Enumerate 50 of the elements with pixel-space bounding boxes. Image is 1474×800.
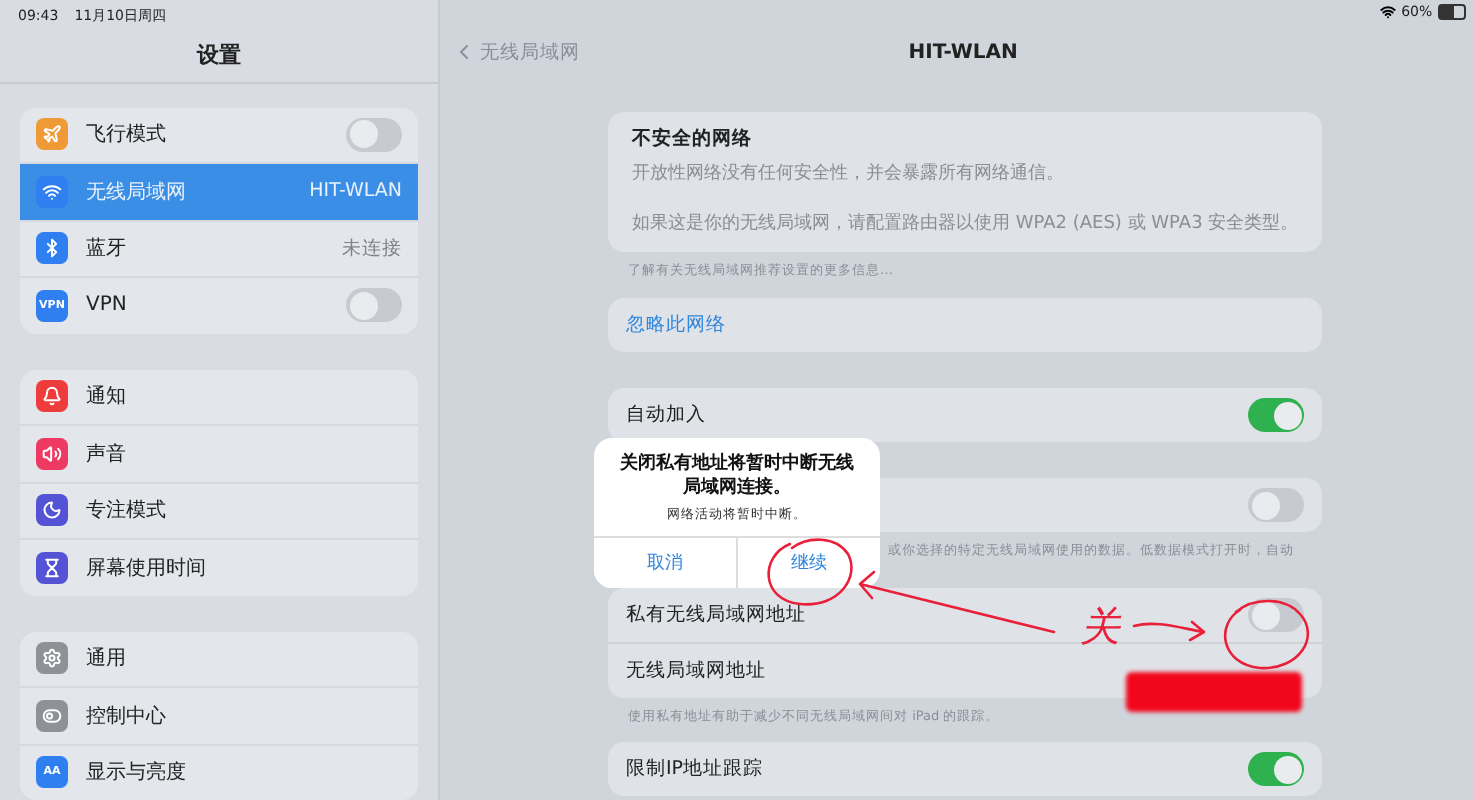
sidebar-item[interactable]: 蓝牙 未连接 xyxy=(20,219,418,276)
settings-icon xyxy=(36,642,68,675)
sidebar-item-label: 专注模式 xyxy=(86,497,168,525)
sidebar-item[interactable]: 通用 xyxy=(20,631,418,686)
sidebar-item-label: VPN xyxy=(86,294,129,317)
page-title: HIT-WLAN xyxy=(908,41,1018,63)
sidebar-item[interactable]: 屏幕使用时间 xyxy=(20,538,418,595)
sidebar-item-label: 无线局域网 xyxy=(86,179,188,206)
sidebar-item-label: 蓝牙 xyxy=(86,235,128,263)
sidebar-item-value: 未连接 xyxy=(342,235,402,262)
warning-title: 不安全的网络 xyxy=(632,126,754,152)
bluetooth-icon xyxy=(36,232,68,265)
speaker-icon xyxy=(36,437,68,470)
switch-icon xyxy=(36,699,68,732)
sidebar-item[interactable]: 专注模式 xyxy=(20,481,418,538)
alert-title: 关闭私有地址将暂时中断无线局域网连接。 xyxy=(618,454,856,501)
toggle-switch[interactable] xyxy=(1248,752,1305,786)
hourglass-icon xyxy=(36,551,68,584)
bell-icon xyxy=(36,380,68,413)
auto-join-label: 自动加入 xyxy=(626,402,706,428)
sidebar-item-label: 通用 xyxy=(86,645,128,673)
battery-icon xyxy=(1438,4,1467,20)
sidebar-item[interactable]: 控制中心 xyxy=(20,686,418,743)
private-address-label: 私有无线局域网地址 xyxy=(626,602,806,628)
moon-icon xyxy=(36,494,68,527)
toggle-switch[interactable] xyxy=(1248,488,1305,522)
sidebar-item-label: 屏幕使用时间 xyxy=(86,555,208,582)
toggle-switch[interactable] xyxy=(1248,398,1305,432)
sidebar-item-label: 声音 xyxy=(86,441,128,468)
sidebar-item[interactable]: 通知 xyxy=(20,369,418,424)
toggle-switch[interactable] xyxy=(1248,598,1305,632)
wifi-icon xyxy=(36,175,68,208)
toggle-switch[interactable] xyxy=(346,288,402,323)
alert-button[interactable]: 继续 xyxy=(736,538,880,589)
wifi-icon xyxy=(1379,4,1396,20)
sidebar-item-label: 通知 xyxy=(86,383,128,411)
sidebar-item-label: 控制中心 xyxy=(86,703,168,730)
sidebar-item-label: 显示与亮度 xyxy=(86,759,188,787)
sidebar-item[interactable]: 声音 xyxy=(20,424,418,481)
sidebar-item[interactable]: 飞行模式 xyxy=(20,107,418,162)
limit-ip-label: 限制IP地址跟踪 xyxy=(626,756,764,782)
sidebar-title: 设置 xyxy=(197,39,241,70)
address-label: 无线局域网地址 xyxy=(626,658,766,684)
warning-text: 开放性网络没有任何安全性，并会暴露所有网络通信。 xyxy=(632,161,1066,186)
toggle-switch[interactable] xyxy=(346,117,402,152)
sidebar-item-value: HIT-WLAN xyxy=(309,180,402,203)
warning-text: 如果这是你的无线局域网，请配置路由器以使用 WPA2 (AES) 或 WPA3 安全类型。 xyxy=(632,211,1299,236)
sidebar-item-label: 飞行模式 xyxy=(86,121,168,149)
airplane-icon xyxy=(36,118,68,151)
handwritten-note: 关 xyxy=(1080,602,1120,650)
